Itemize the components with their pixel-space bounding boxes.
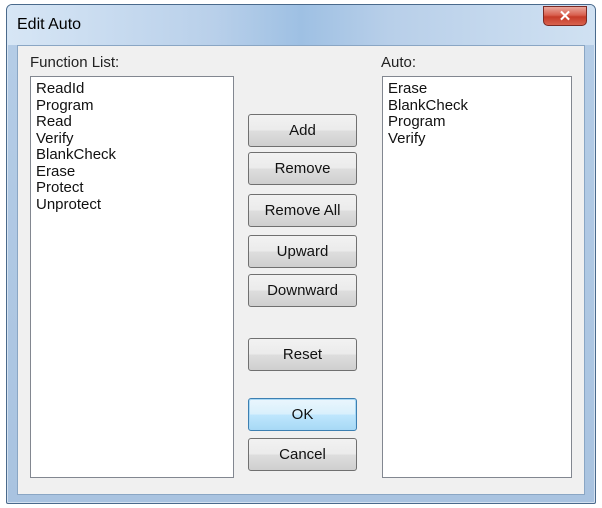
dialog-body: Function List: ReadId Program Read Verif…: [17, 45, 585, 495]
window-title: Edit Auto: [17, 16, 82, 33]
list-item[interactable]: Erase: [36, 163, 228, 181]
list-item[interactable]: Protect: [36, 179, 228, 197]
list-item[interactable]: Read: [36, 113, 228, 131]
function-list-label: Function List:: [30, 54, 120, 71]
list-item[interactable]: Program: [388, 113, 566, 131]
list-item[interactable]: Program: [36, 97, 228, 115]
auto-listbox[interactable]: Erase BlankCheck Program Verify: [382, 76, 572, 478]
ok-button[interactable]: OK: [248, 398, 357, 431]
remove-button[interactable]: Remove: [248, 152, 357, 185]
list-item[interactable]: BlankCheck: [36, 146, 228, 164]
list-item[interactable]: ReadId: [36, 80, 228, 98]
auto-label: Auto:: [381, 54, 417, 71]
list-item[interactable]: Erase: [388, 80, 566, 98]
downward-button[interactable]: Downward: [248, 274, 357, 307]
list-item[interactable]: Unprotect: [36, 196, 228, 214]
function-listbox[interactable]: ReadId Program Read Verify BlankCheck Er…: [30, 76, 234, 478]
reset-button[interactable]: Reset: [248, 338, 357, 371]
title-bar[interactable]: Edit Auto ✕: [7, 5, 595, 45]
list-item[interactable]: BlankCheck: [388, 97, 566, 115]
upward-button[interactable]: Upward: [248, 235, 357, 268]
close-icon[interactable]: ✕: [543, 6, 587, 26]
add-button[interactable]: Add: [248, 114, 357, 147]
cancel-button[interactable]: Cancel: [248, 438, 357, 471]
remove-all-button[interactable]: Remove All: [248, 194, 357, 227]
dialog-window: Edit Auto ✕ Function List: ReadId Progra…: [6, 4, 596, 504]
list-item[interactable]: Verify: [388, 130, 566, 148]
list-item[interactable]: Verify: [36, 130, 228, 148]
